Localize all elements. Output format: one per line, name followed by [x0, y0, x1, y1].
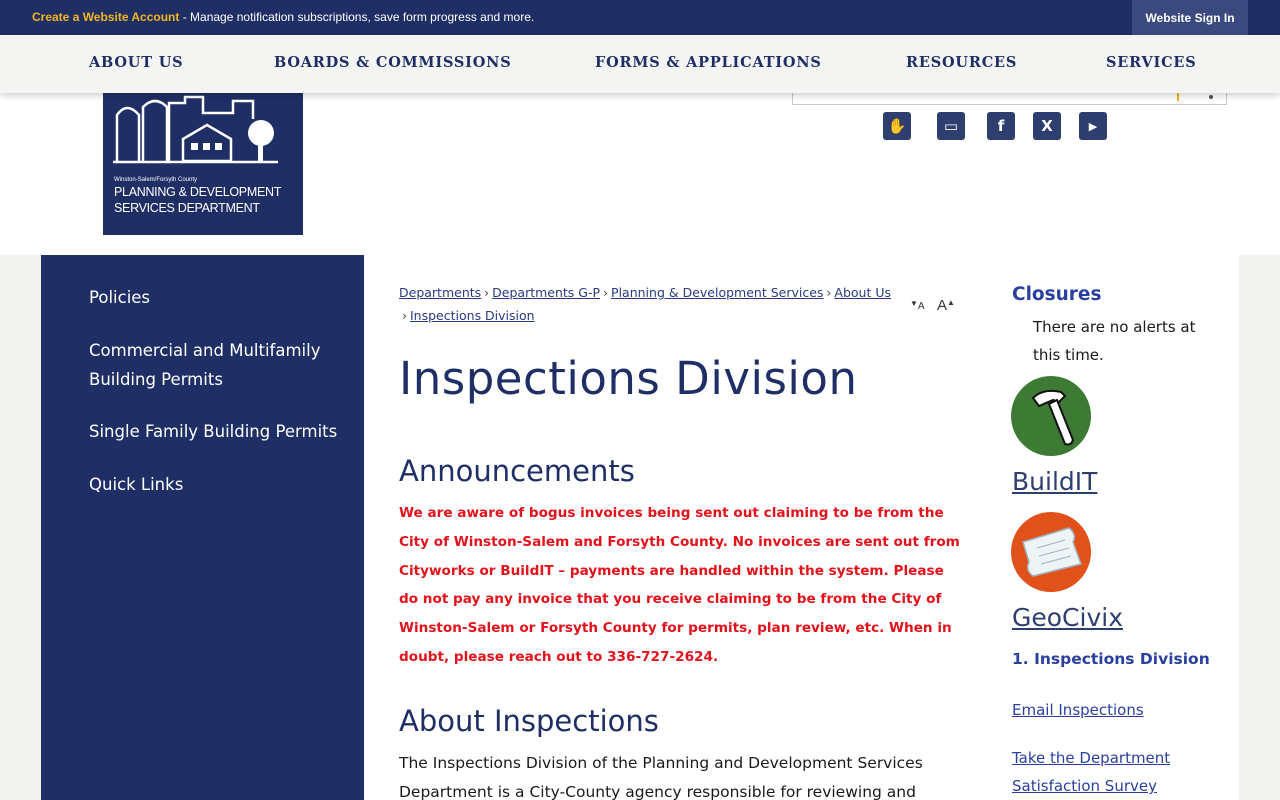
facebook-icon[interactable]: f — [987, 112, 1015, 140]
nav-forms-applications[interactable]: FORMS & APPLICATIONS — [595, 54, 822, 71]
account-promo: Create a Website Account - Manage notifi… — [32, 10, 534, 24]
closures-text: There are no alerts at this time. — [1033, 318, 1196, 364]
promo-text: - Manage notification subscriptions, sav… — [179, 10, 535, 24]
search-icon[interactable] — [1209, 95, 1213, 99]
geocivix-link[interactable]: GeoCivix — [1012, 603, 1123, 632]
sidebar-item-single-family-permits[interactable]: Single Family Building Permits — [89, 417, 349, 446]
buildit-hammer-icon[interactable] — [1011, 376, 1091, 456]
buildit-link[interactable]: BuildIT — [1012, 467, 1097, 496]
announcement-alert: We are aware of bogus invoices being sen… — [399, 505, 960, 665]
geocivix-map-icon[interactable] — [1011, 512, 1091, 592]
caret-down-icon: ▼ — [910, 299, 918, 308]
breadcrumb: Departments › Departments G-P › Planning & D… — [399, 281, 899, 327]
sidebar-item-quick-links[interactable]: Quick Links — [89, 470, 349, 499]
sidebar-item-commercial-permits[interactable]: Commercial and Multifamily Building Perm… — [89, 336, 349, 394]
about-text: The Inspections Division of the Planning… — [399, 754, 923, 800]
breadcrumb-separator: › — [402, 308, 407, 323]
page-title: Inspections Division — [399, 352, 858, 405]
department-logo[interactable]: Winston-Salem/Forsyth County PLANNING & … — [103, 93, 303, 235]
breadcrumb-planning-development[interactable]: Planning & Development Services — [611, 285, 823, 300]
nav-resources[interactable]: RESOURCES — [906, 54, 1017, 71]
rail-subheading: 1. Inspections Division — [1012, 650, 1210, 668]
create-account-link[interactable]: Create a Website Account — [32, 10, 179, 24]
nav-about-us[interactable]: ABOUT US — [89, 54, 183, 71]
breadcrumb-separator: › — [826, 285, 832, 300]
news-icon[interactable]: ▭ — [937, 112, 965, 140]
top-utility-bar: Create a Website Account - Manage notifi… — [0, 0, 1280, 35]
breadcrumb-inspections-division[interactable]: Inspections Division — [410, 308, 535, 323]
search-box[interactable] — [792, 93, 1227, 105]
decrease-text-size-button[interactable]: ▼A — [910, 296, 925, 312]
notify-me-icon[interactable]: ✋ — [883, 112, 911, 140]
youtube-icon[interactable]: ▶ — [1079, 112, 1107, 140]
email-inspections-link[interactable]: Email Inspections — [1012, 696, 1212, 724]
closures-title[interactable]: Closures — [1012, 284, 1102, 305]
caret-up-icon: ▲ — [947, 298, 955, 307]
breadcrumb-separator: › — [484, 285, 490, 300]
logo-skyline-icon — [113, 95, 278, 164]
breadcrumb-departments[interactable]: Departments — [399, 285, 481, 300]
nav-services[interactable]: SERVICES — [1106, 54, 1197, 71]
breadcrumb-separator: › — [603, 285, 609, 300]
x-twitter-icon[interactable]: X — [1033, 112, 1061, 140]
logo-line-1: PLANNING & DEVELOPMENT — [114, 185, 282, 199]
about-heading: About Inspections — [399, 704, 659, 738]
hammer-icon — [1031, 389, 1075, 446]
nav-boards-commissions[interactable]: BOARDS & COMMISSIONS — [274, 54, 512, 71]
announcements-heading: Announcements — [399, 454, 635, 488]
satisfaction-survey-link[interactable]: Take the Department Satisfaction Survey — [1012, 744, 1212, 800]
logo-line-2: SERVICES DEPARTMENT — [114, 201, 260, 215]
search-divider — [1177, 93, 1179, 101]
blueprint-icon — [1022, 527, 1082, 577]
breadcrumb-about-us[interactable]: About Us — [834, 285, 891, 300]
main-navigation: ABOUT US BOARDS & COMMISSIONS FORMS & AP… — [0, 35, 1280, 93]
breadcrumb-departments-g-p[interactable]: Departments G-P — [492, 285, 600, 300]
website-sign-in-button[interactable]: Website Sign In — [1132, 0, 1248, 35]
logo-small-text: Winston-Salem/Forsyth County — [114, 177, 198, 183]
sidebar-navigation: Policies Commercial and Multifamily Buil… — [41, 255, 364, 800]
increase-text-size-button[interactable]: A▲ — [937, 297, 955, 314]
sidebar-item-policies[interactable]: Policies — [89, 283, 349, 312]
